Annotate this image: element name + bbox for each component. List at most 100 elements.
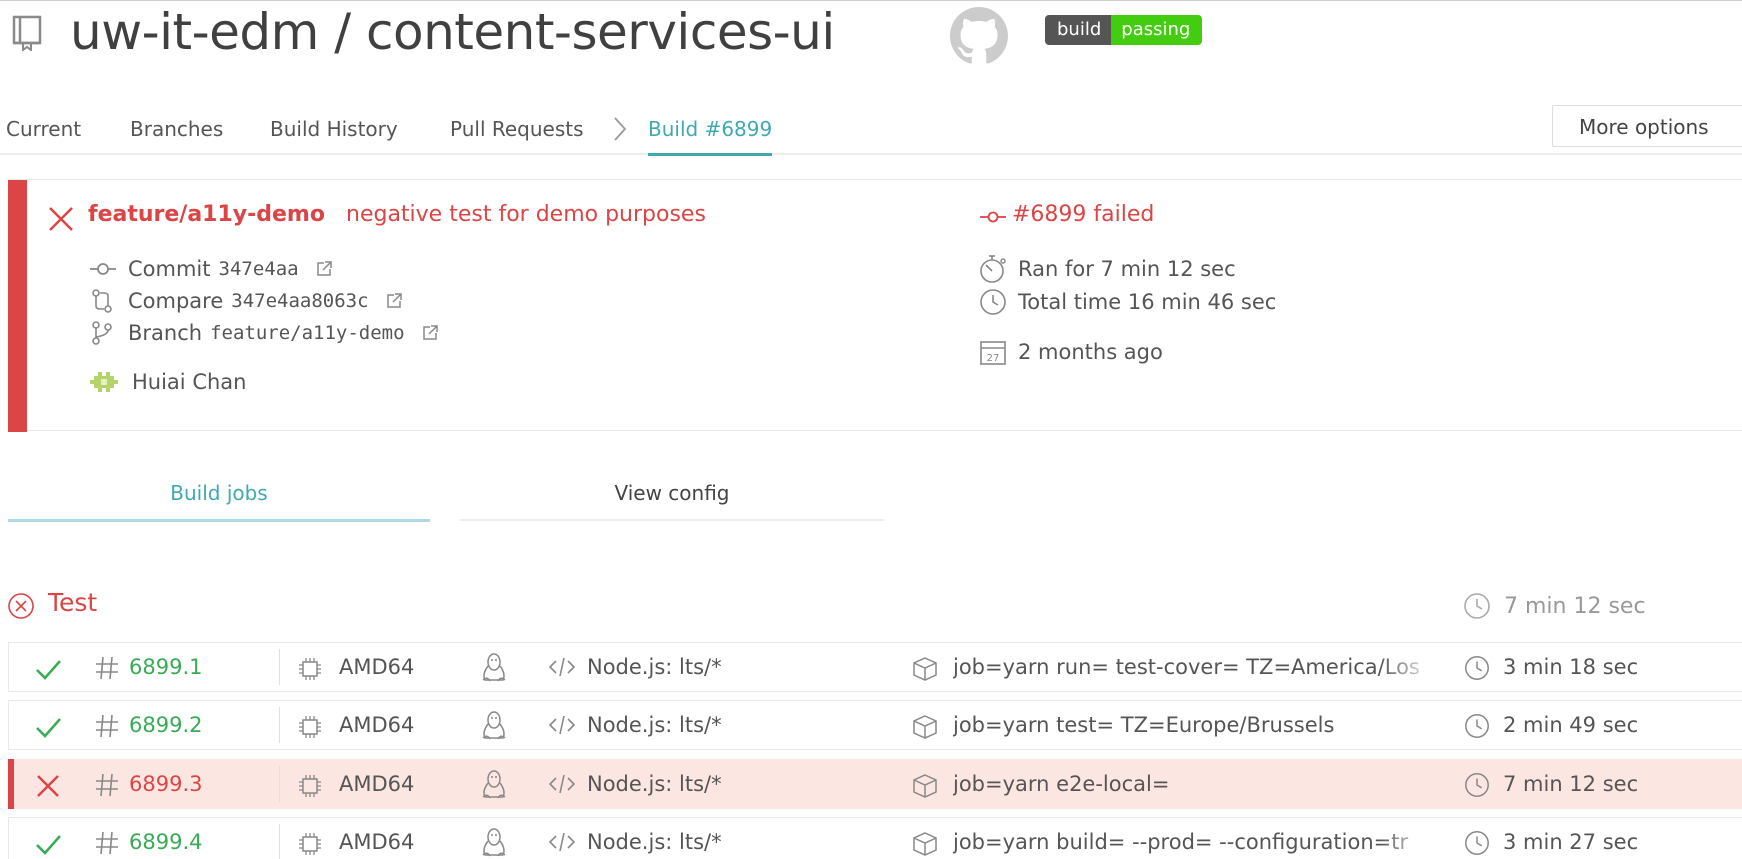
code-icon [548, 715, 576, 735]
failed-icon [37, 775, 59, 797]
commit-row: Commit 347e4aa [88, 256, 333, 282]
tab-build-jobs[interactable]: Build jobs [8, 481, 430, 505]
cpu-icon [299, 775, 321, 797]
text-fade [1379, 643, 1435, 691]
code-icon [548, 832, 576, 852]
job-row[interactable]: 6899.1 AMD64 Node.js: lts/* job=yarn run… [8, 642, 1742, 692]
tab-branches[interactable]: Branches [130, 117, 223, 141]
job-arch: AMD64 [339, 772, 415, 796]
job-arch: AMD64 [339, 830, 415, 854]
external-link-icon[interactable] [315, 260, 333, 278]
package-icon [913, 832, 937, 856]
clock-icon [1464, 593, 1490, 619]
branch-link[interactable]: feature/a11y-demo [210, 322, 404, 344]
branch-row: Branch feature/a11y-demo [88, 320, 439, 346]
repository-nav: Current Branches Build History Pull Requ… [0, 105, 1742, 155]
failed-status-stripe [8, 180, 27, 432]
author-row: Huiai Chan [88, 366, 246, 398]
job-number[interactable]: 6899.4 [129, 830, 202, 854]
stopwatch-icon [980, 255, 1006, 283]
failed-circle-icon [8, 593, 34, 619]
text-fade [1379, 818, 1435, 859]
nav-divider [0, 153, 1742, 155]
external-link-icon[interactable] [385, 292, 403, 310]
stage-duration: 7 min 12 sec [1462, 591, 1646, 621]
calendar-day: 27 [987, 353, 1000, 364]
tab-pull-requests[interactable]: Pull Requests [450, 117, 584, 141]
compare-sha-link[interactable]: 347e4aa8063c [231, 290, 368, 312]
failed-status-stripe [8, 759, 14, 809]
commit-sha-link[interactable]: 347e4aa [219, 258, 299, 280]
job-row[interactable]: 6899.2 AMD64 Node.js: lts/* job=yarn tes… [8, 700, 1742, 750]
github-icon[interactable] [950, 7, 1008, 65]
clock-icon [1465, 656, 1489, 680]
package-icon [913, 657, 937, 681]
job-language: Node.js: lts/* [587, 655, 722, 679]
external-link-icon[interactable] [421, 324, 439, 342]
clock-icon [980, 289, 1006, 315]
job-row[interactable]: 6899.3 AMD64 Node.js: lts/* job=yarn e2e… [8, 759, 1742, 809]
hash-icon [96, 656, 118, 680]
more-options-button[interactable]: More options [1552, 105, 1742, 147]
linux-icon [482, 828, 506, 857]
cpu-icon [299, 833, 321, 855]
job-env: job=yarn e2e-local= [953, 772, 1170, 796]
stage-name: Test [48, 588, 98, 617]
check-icon [36, 718, 61, 738]
branch-name[interactable]: feature/a11y-demo [88, 202, 325, 227]
linux-icon [482, 711, 506, 740]
ran-for-text: Ran for 7 min 12 sec [1018, 257, 1236, 281]
linux-icon [482, 770, 506, 799]
tab-current-build[interactable]: Build #6899 [648, 117, 772, 141]
branch-icon [92, 321, 112, 345]
commit-label: Commit [128, 257, 211, 281]
job-env: job=yarn build= --prod= --configuration=… [953, 830, 1409, 854]
repository-icon [12, 15, 42, 51]
job-number[interactable]: 6899.2 [129, 713, 202, 737]
code-icon [548, 657, 576, 677]
job-language: Node.js: lts/* [587, 713, 722, 737]
active-tab-indicator [648, 153, 772, 156]
job-language: Node.js: lts/* [587, 772, 722, 796]
badge-status: passing [1111, 15, 1203, 45]
linux-icon [482, 653, 506, 682]
badge-label: build [1045, 15, 1112, 45]
build-summary: feature/a11y-demo negative test for demo… [8, 179, 1742, 432]
check-icon [36, 660, 61, 680]
finished-text: 2 months ago [1018, 340, 1163, 364]
package-icon [913, 774, 937, 798]
compare-row: Compare 347e4aa8063c [88, 288, 403, 314]
calendar-icon: 27 [980, 341, 1006, 365]
branch-label: Branch [128, 321, 203, 345]
active-tab-indicator [8, 519, 430, 522]
stage-duration-text: 7 min 12 sec [1504, 593, 1646, 619]
divider [279, 707, 280, 743]
job-duration: 3 min 18 sec [1503, 655, 1639, 679]
tab-view-config[interactable]: View config [460, 481, 884, 505]
commit-icon [90, 263, 116, 275]
failed-icon [49, 207, 73, 231]
job-env: job=yarn run= test-cover= TZ=America/Los [953, 655, 1420, 679]
check-icon [36, 835, 61, 855]
divider [279, 766, 280, 802]
commit-message: negative test for demo purposes [346, 202, 706, 227]
total-time-row: Total time 16 min 46 sec [978, 287, 1276, 317]
job-arch: AMD64 [339, 713, 415, 737]
total-time-text: Total time 16 min 46 sec [1018, 290, 1277, 314]
cpu-icon [299, 658, 321, 680]
job-row[interactable]: 6899.4 AMD64 Node.js: lts/* job=yarn bui… [8, 817, 1742, 859]
compare-label: Compare [128, 289, 224, 313]
finished-row: 27 2 months ago [978, 337, 1163, 367]
clock-icon [1465, 831, 1489, 855]
job-arch: AMD64 [339, 655, 415, 679]
build-status: #6899 failed [978, 202, 1154, 227]
tab-current[interactable]: Current [6, 117, 81, 141]
job-number[interactable]: 6899.1 [129, 655, 202, 679]
repository-title[interactable]: uw-it-edm / content-services-ui [70, 3, 835, 61]
build-status-badge[interactable]: build passing [1045, 15, 1203, 45]
tab-build-history[interactable]: Build History [270, 117, 398, 141]
job-number[interactable]: 6899.3 [129, 772, 202, 796]
hash-icon [96, 831, 118, 855]
build-status-text: #6899 failed [1012, 202, 1155, 227]
hash-icon [96, 773, 118, 797]
